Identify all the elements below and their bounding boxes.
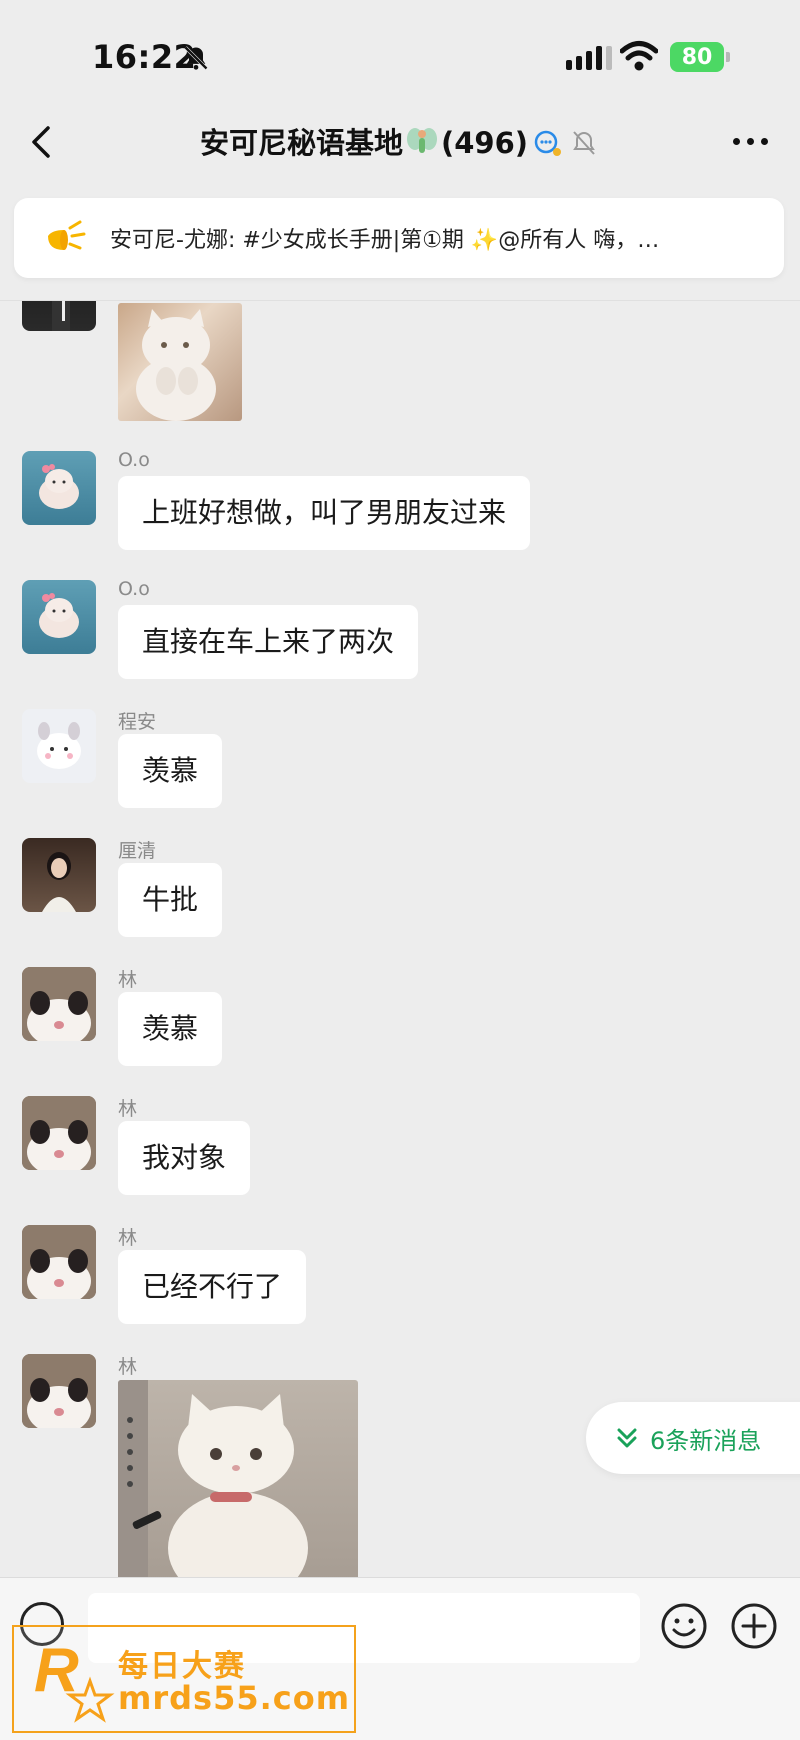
- sender-name: 林: [118, 1098, 138, 1120]
- sender-name: 林: [118, 969, 138, 991]
- bell-slash-icon: [184, 46, 208, 70]
- message-bubble[interactable]: 羡慕: [118, 734, 223, 808]
- battery-level: 80: [681, 44, 713, 70]
- watermark-url: mrds55.com: [118, 1679, 351, 1717]
- mute-bell-icon: [573, 131, 595, 155]
- plus-icon[interactable]: [730, 1602, 778, 1650]
- new-messages-label: 6条新消息: [650, 1426, 762, 1455]
- member-count: (496): [440, 126, 529, 160]
- avatar[interactable]: [22, 838, 96, 912]
- group-chat-icon: [534, 130, 562, 156]
- watermark: R 每日大赛 mrds55.com: [12, 1625, 356, 1733]
- sticker-image[interactable]: [118, 303, 242, 421]
- avatar[interactable]: [22, 1225, 96, 1299]
- group-notice-banner[interactable]: 安可尼-尤娜: #少女成长手册|第①期 ✨@所有人 嗨，…: [14, 198, 784, 278]
- status-time: 16:22: [92, 38, 197, 76]
- avatar[interactable]: [22, 451, 96, 525]
- group-name: 安可尼秘语基地: [199, 126, 403, 160]
- message-bubble[interactable]: 我对象: [118, 1121, 251, 1195]
- message-bubble[interactable]: 直接在车上来了两次: [118, 605, 419, 679]
- avatar[interactable]: [22, 301, 96, 331]
- sender-name: 程安: [118, 711, 157, 733]
- emoji-icon[interactable]: [660, 1602, 708, 1650]
- fairy-emoji-icon: [406, 128, 437, 153]
- avatar[interactable]: [22, 1096, 96, 1170]
- new-messages-button[interactable]: 6条新消息: [586, 1402, 800, 1474]
- avatar[interactable]: [22, 580, 96, 654]
- sender-name: O.o: [118, 449, 150, 471]
- battery-indicator: 80: [670, 42, 730, 72]
- message-bubble[interactable]: 羡慕: [118, 992, 223, 1066]
- message-list[interactable]: O.o 上班好想做，叫了男朋友过来 O.o 直接在车上来了两次 程安 羡慕 厘清…: [0, 301, 800, 1577]
- notice-text: 安可尼-尤娜: #少女成长手册|第①期 ✨@所有人 嗨，…: [110, 228, 660, 253]
- sender-name: 林: [118, 1356, 138, 1378]
- message-bubble[interactable]: 牛批: [118, 863, 223, 937]
- message-bubble[interactable]: 上班好想做，叫了男朋友过来: [118, 476, 531, 550]
- more-dots-icon[interactable]: [733, 138, 768, 145]
- megaphone-icon: [48, 220, 86, 250]
- wifi-icon: [620, 41, 658, 71]
- sticker-image[interactable]: [118, 1380, 358, 1577]
- avatar[interactable]: [22, 709, 96, 783]
- cellular-signal-icon: [566, 44, 612, 70]
- avatar[interactable]: [22, 1354, 96, 1428]
- chat-title: 安可尼秘语基地 (496): [0, 120, 800, 162]
- message-bubble[interactable]: 已经不行了: [118, 1250, 307, 1324]
- top-bar: 16:22 80 安可尼秘语基地 (496) 安可尼-尤娜: #少女成长手册|第…: [0, 0, 800, 301]
- avatar[interactable]: [22, 967, 96, 1041]
- sender-name: O.o: [118, 578, 150, 600]
- double-chevron-down-icon: [617, 1428, 637, 1448]
- sender-name: 厘清: [118, 840, 157, 862]
- watermark-logo: R: [34, 1636, 115, 1723]
- sender-name: 林: [118, 1227, 138, 1249]
